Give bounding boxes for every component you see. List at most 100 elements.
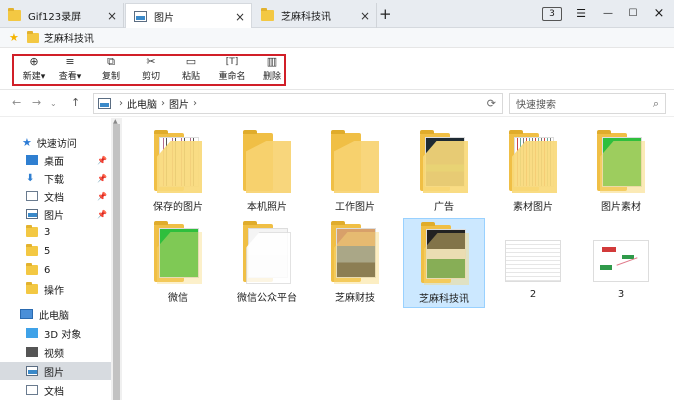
new-tab-icon[interactable]: + <box>379 5 392 23</box>
minimize-icon[interactable]: — <box>600 5 616 21</box>
nav-label: 下载 <box>44 174 64 186</box>
nav-folder-operation[interactable]: 操作 <box>0 280 111 298</box>
address-bar[interactable]: › 此电脑 › 图片 › ⟳ <box>93 93 503 114</box>
video-icon <box>26 347 38 357</box>
close-icon[interactable]: × <box>360 9 370 23</box>
close-window-icon[interactable]: × <box>651 5 667 21</box>
computer-icon <box>20 309 33 319</box>
rename-icon: [T] <box>225 57 239 67</box>
nav-desktop[interactable]: 桌面 📌 <box>0 151 111 169</box>
navigation-pane: ★ 快速访问 桌面 📌 ⬇ 下载 📌 文档 📌 图片 📌 3 5 6 操作 此电… <box>0 118 111 400</box>
nav-documents-pc[interactable]: 文档 <box>0 381 111 399</box>
menu-icon[interactable]: ☰ <box>573 5 589 21</box>
folder-icon <box>154 130 202 195</box>
star-icon: ★ <box>22 135 32 149</box>
folder-icon <box>26 225 38 237</box>
folder-icon <box>8 8 21 21</box>
scroll-thumb[interactable] <box>113 124 120 400</box>
list-item[interactable]: 芝麻财技 <box>314 218 396 308</box>
list-item[interactable]: 微信公众平台 <box>226 218 308 308</box>
folder-icon <box>597 130 645 195</box>
cut-button[interactable]: ✂ 剪切 <box>133 55 169 85</box>
document-icon <box>26 191 38 201</box>
list-item[interactable]: 工作图片 <box>314 127 396 217</box>
pictures-icon <box>98 98 111 109</box>
breadcrumb-pictures[interactable]: 图片 <box>169 96 189 111</box>
new-button[interactable]: ⊕ 新建▾ <box>16 55 52 85</box>
folder-icon <box>331 221 379 286</box>
nav-label: 此电脑 <box>39 310 69 322</box>
tab-label: Gif123录屏 <box>28 12 82 23</box>
tab-pictures[interactable]: 图片 × <box>125 3 252 28</box>
folder-icon <box>331 130 379 195</box>
nav-downloads[interactable]: ⬇ 下载 📌 <box>0 169 111 187</box>
nav-folder-6[interactable]: 6 <box>0 261 111 279</box>
list-item[interactable]: 微信 <box>137 218 219 308</box>
favorite-item[interactable]: 芝麻科技讯 <box>44 30 94 45</box>
chevron-down-icon[interactable]: ⌄ <box>50 99 57 108</box>
nav-quick-access[interactable]: ★ 快速访问 <box>0 133 111 151</box>
folder-icon <box>26 263 38 275</box>
nav-label: 5 <box>44 245 51 257</box>
breadcrumb-computer[interactable]: 此电脑 <box>127 96 157 111</box>
folder-icon <box>420 130 468 195</box>
nav-videos[interactable]: 视频 <box>0 343 111 361</box>
nav-folder-3[interactable]: 3 <box>0 223 111 241</box>
nav-3d-objects[interactable]: 3D 对象 <box>0 324 111 342</box>
chevron-right-icon[interactable]: › <box>193 98 197 109</box>
search-input[interactable]: 快速搜索 ⌕ <box>509 93 666 114</box>
forward-icon[interactable]: → <box>32 96 41 109</box>
nav-scrollbar[interactable]: ▲ <box>111 118 122 400</box>
tab-gif123[interactable]: Gif123录屏 × <box>0 3 124 28</box>
favorites-bar: ★ 芝麻科技讯 <box>0 28 674 48</box>
copy-label: 复制 <box>101 72 120 82</box>
nav-label: 视频 <box>44 348 64 360</box>
new-label: 新建▾ <box>22 72 46 82</box>
nav-label: 图片 <box>44 367 64 379</box>
back-icon[interactable]: ← <box>12 96 21 109</box>
item-label: 素材图片 <box>513 202 553 213</box>
folder-icon <box>261 8 274 21</box>
paste-button[interactable]: ▭ 粘贴 <box>173 55 209 85</box>
paste-icon: ▭ <box>185 55 197 68</box>
nav-label: 文档 <box>44 192 64 204</box>
nav-this-pc[interactable]: 此电脑 <box>0 305 111 323</box>
up-icon[interactable]: ↑ <box>71 96 80 109</box>
ribbon: ⊕ 新建▾ ≡ 查看▾ ⧉ 复制 ✂ 剪切 ▭ 粘贴 [T] 重命名 ▥ 删除 <box>0 48 674 90</box>
nav-label: 图片 <box>44 210 64 222</box>
list-item[interactable]: 图片素材 <box>580 127 662 217</box>
folder-icon <box>243 221 291 286</box>
image-thumbnail <box>505 240 561 282</box>
list-item[interactable]: 素材图片 <box>492 127 574 217</box>
list-item[interactable]: 广告 <box>403 127 485 217</box>
folder-icon <box>509 130 557 195</box>
tab-bar: Gif123录屏 × 图片 × 芝麻科技讯 × + 3 ☰ — ☐ × <box>0 0 674 28</box>
list-item-selected[interactable]: 芝麻科技讯 <box>403 218 485 308</box>
tab-label: 芝麻科技讯 <box>281 12 331 23</box>
list-item[interactable]: 3 <box>580 218 662 308</box>
folder-icon <box>154 221 202 286</box>
rename-button[interactable]: [T] 重命名 <box>214 55 250 85</box>
tab-zhima[interactable]: 芝麻科技讯 × <box>253 3 377 28</box>
nav-pictures-pinned[interactable]: 图片 📌 <box>0 205 111 223</box>
search-icon[interactable]: ⌕ <box>653 97 659 111</box>
list-item[interactable]: 本机照片 <box>226 127 308 217</box>
copy-button[interactable]: ⧉ 复制 <box>93 55 129 85</box>
chevron-right-icon[interactable]: › <box>119 98 123 109</box>
search-placeholder: 快速搜索 <box>516 100 556 111</box>
delete-button[interactable]: ▥ 删除 <box>254 55 290 85</box>
view-button[interactable]: ≡ 查看▾ <box>52 55 88 85</box>
chevron-right-icon[interactable]: › <box>161 98 165 109</box>
tab-count-badge[interactable]: 3 <box>542 7 562 21</box>
star-icon: ★ <box>9 31 19 44</box>
list-item[interactable]: 保存的图片 <box>137 127 219 217</box>
nav-pictures[interactable]: 图片 <box>0 362 111 380</box>
close-icon[interactable]: × <box>107 9 117 23</box>
refresh-icon[interactable]: ⟳ <box>487 97 496 110</box>
nav-documents[interactable]: 文档 📌 <box>0 187 111 205</box>
maximize-icon[interactable]: ☐ <box>625 5 641 21</box>
nav-folder-5[interactable]: 5 <box>0 242 111 260</box>
close-icon[interactable]: × <box>235 10 245 24</box>
delete-icon: ▥ <box>266 55 278 68</box>
list-item[interactable]: 2 <box>492 218 574 308</box>
